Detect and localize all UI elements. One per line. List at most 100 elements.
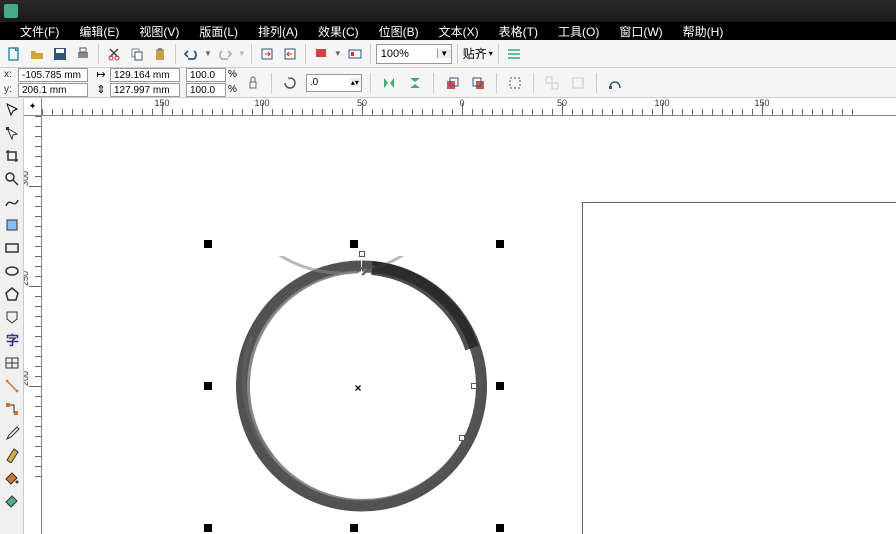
eyedropper-tool[interactable] <box>2 422 22 442</box>
menu-arrange[interactable]: 排列(A) <box>248 21 308 42</box>
mirror-v-icon[interactable] <box>405 73 425 93</box>
separator <box>496 73 497 93</box>
rotation-input[interactable] <box>307 77 349 88</box>
outline-tool[interactable] <box>2 445 22 465</box>
save-icon[interactable] <box>50 44 70 64</box>
snap-dropdown[interactable]: 贴齐 ▾ <box>463 45 493 62</box>
freehand-tool[interactable] <box>2 192 22 212</box>
selection-handle[interactable] <box>350 524 358 532</box>
options-icon[interactable] <box>504 44 524 64</box>
shape-tool[interactable] <box>2 123 22 143</box>
menu-edit[interactable]: 编辑(E) <box>69 21 129 42</box>
menu-window[interactable]: 窗口(W) <box>609 21 672 42</box>
selection-handle[interactable] <box>204 524 212 532</box>
copy-icon[interactable] <box>127 44 147 64</box>
app-launcher-icon[interactable] <box>311 44 331 64</box>
toolbox: 字 <box>0 98 24 534</box>
menu-effects[interactable]: 效果(C) <box>308 21 369 42</box>
convert-curves-icon[interactable] <box>605 73 625 93</box>
mirror-h-icon[interactable] <box>379 73 399 93</box>
zoom-input[interactable] <box>377 48 437 60</box>
menu-view[interactable]: 视图(V) <box>129 21 189 42</box>
selection-handle[interactable] <box>496 524 504 532</box>
snap-label: 贴齐 <box>463 45 487 62</box>
canvas-area: ✦ 15010050050100150 300250200 × <box>24 98 896 534</box>
selection-handle[interactable] <box>496 382 504 390</box>
launcher-dropdown-icon[interactable]: ▼ <box>334 49 342 58</box>
percent-label: % <box>228 83 237 97</box>
menu-bitmap[interactable]: 位图(B) <box>369 21 429 42</box>
print-icon[interactable] <box>73 44 93 64</box>
x-input[interactable] <box>18 68 88 82</box>
interactive-fill-tool[interactable] <box>2 491 22 511</box>
vertical-ruler[interactable]: 300250200 <box>24 116 42 534</box>
polygon-tool[interactable] <box>2 284 22 304</box>
selection-handle[interactable] <box>204 382 212 390</box>
fill-tool[interactable] <box>2 468 22 488</box>
menu-help[interactable]: 帮助(H) <box>673 21 734 42</box>
import-icon[interactable] <box>257 44 277 64</box>
standard-toolbar: ▼ ▼ ▼ ▼ 贴齐 ▾ <box>0 40 896 68</box>
redo-icon[interactable] <box>215 44 235 64</box>
text-tool[interactable]: 字 <box>2 330 22 350</box>
menu-layout[interactable]: 版面(L) <box>189 21 248 42</box>
menu-tools[interactable]: 工具(O) <box>548 21 609 42</box>
pick-tool[interactable] <box>2 100 22 120</box>
ungroup-icon[interactable] <box>542 73 562 93</box>
open-icon[interactable] <box>27 44 47 64</box>
rotation-spinner[interactable]: ▴▾ <box>349 78 361 87</box>
paste-icon[interactable] <box>150 44 170 64</box>
selection-handle[interactable] <box>496 240 504 248</box>
scale-y-input[interactable] <box>186 83 226 97</box>
selection-handle[interactable] <box>350 240 358 248</box>
ruler-origin[interactable]: ✦ <box>24 98 42 116</box>
separator <box>370 73 371 93</box>
cut-icon[interactable] <box>104 44 124 64</box>
canvas[interactable]: × <box>42 116 896 534</box>
wrap-text-icon[interactable] <box>505 73 525 93</box>
zoom-level[interactable]: ▼ <box>376 44 452 64</box>
crop-tool[interactable] <box>2 146 22 166</box>
zoom-tool[interactable] <box>2 169 22 189</box>
to-back-icon[interactable] <box>468 73 488 93</box>
path-node[interactable] <box>471 383 477 389</box>
rectangle-tool[interactable] <box>2 238 22 258</box>
ruler-h-label: 0 <box>459 98 464 108</box>
ellipse-tool[interactable] <box>2 261 22 281</box>
table-tool[interactable] <box>2 353 22 373</box>
group-icon[interactable] <box>568 73 588 93</box>
width-input[interactable] <box>110 68 180 82</box>
menu-table[interactable]: 表格(T) <box>489 21 548 42</box>
x-label: x: <box>4 68 16 82</box>
dimension-tool[interactable] <box>2 376 22 396</box>
scale-x-input[interactable] <box>186 68 226 82</box>
new-icon[interactable] <box>4 44 24 64</box>
separator <box>271 73 272 93</box>
undo-icon[interactable] <box>181 44 201 64</box>
menu-text[interactable]: 文本(X) <box>429 21 489 42</box>
zoom-dropdown-icon[interactable]: ▼ <box>437 49 451 58</box>
undo-dropdown-icon[interactable]: ▼ <box>204 49 212 58</box>
to-front-icon[interactable] <box>442 73 462 93</box>
connector-tool[interactable] <box>2 399 22 419</box>
brush-circle-object[interactable] <box>232 256 492 516</box>
ruler-v-label: 200 <box>24 371 30 386</box>
ruler-h-label: 100 <box>254 98 269 108</box>
basic-shapes-tool[interactable] <box>2 307 22 327</box>
selection-handle[interactable] <box>204 240 212 248</box>
lock-ratio-icon[interactable] <box>243 73 263 93</box>
path-node[interactable] <box>359 251 365 257</box>
path-node[interactable] <box>459 435 465 441</box>
y-input[interactable] <box>18 83 88 97</box>
height-input[interactable] <box>110 83 180 97</box>
separator <box>98 44 99 64</box>
menu-file[interactable]: 文件(F) <box>10 21 69 42</box>
welcome-icon[interactable] <box>345 44 365 64</box>
horizontal-ruler[interactable]: 15010050050100150 <box>42 98 896 116</box>
selection-center-icon: × <box>354 381 361 395</box>
snap-dropdown-icon[interactable]: ▾ <box>489 49 493 58</box>
rotation-input-group[interactable]: ▴▾ <box>306 74 362 92</box>
title-bar <box>0 0 896 22</box>
smart-fill-tool[interactable] <box>2 215 22 235</box>
export-icon[interactable] <box>280 44 300 64</box>
